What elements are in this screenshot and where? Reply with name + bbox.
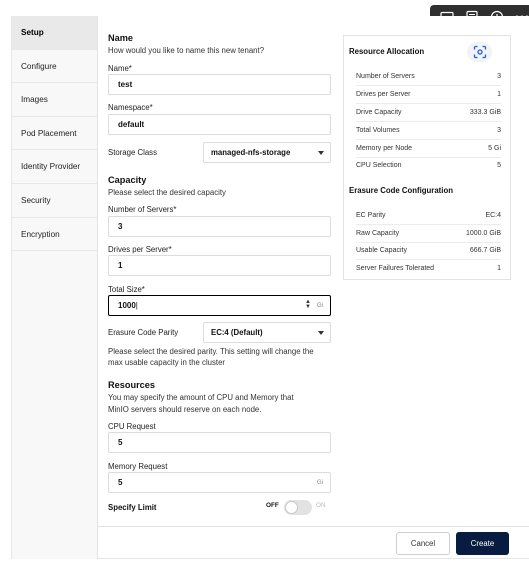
allocation-row: CPU Selection 5 xyxy=(356,162,501,169)
capacity-section-subtitle: Please select the desired capacity xyxy=(108,188,226,197)
total-size-input[interactable]: 1000| ▲ ▼ Gi xyxy=(108,295,331,316)
toggle-knob xyxy=(285,501,298,514)
drives-label: Drives per Server* xyxy=(108,245,172,254)
total-size-unit: Gi xyxy=(316,302,323,309)
servers-input[interactable]: 3 xyxy=(108,216,331,237)
allocation-row: Memory per Node 5 Gi xyxy=(356,140,501,158)
capacity-section-title: Capacity xyxy=(108,175,147,185)
toggle-on-label: ON xyxy=(316,502,326,509)
total-size-value: 1000 xyxy=(118,301,136,310)
drives-input[interactable]: 1 xyxy=(108,255,331,276)
erasure-code-config-title: Erasure Code Configuration xyxy=(349,186,453,195)
storage-class-select[interactable]: managed-nfs-storage xyxy=(203,142,331,163)
erasure-code-value: EC:4 (Default) xyxy=(211,328,263,337)
memory-request-value: 5 xyxy=(118,478,123,487)
allocation-row: Total Volumes 3 xyxy=(356,122,501,140)
memory-request-input[interactable]: 5 Gi xyxy=(108,472,331,493)
wizard-sidebar: Setup Configure Images Pod Placement Ide… xyxy=(12,16,98,559)
toggle-off-label: OFF xyxy=(266,502,279,509)
chevron-down-icon xyxy=(318,331,324,335)
resources-section-title: Resources xyxy=(108,380,155,390)
memory-unit: Gi xyxy=(316,479,323,486)
spinner-icon[interactable]: ▲ ▼ xyxy=(305,299,311,310)
erasure-code-label: Erasure Code Parity xyxy=(108,328,179,337)
name-section-subtitle: How would you like to name this new tena… xyxy=(108,46,265,55)
ec-row: Usable Capacity 666.7 GiB xyxy=(356,242,501,260)
storage-class-value: managed-nfs-storage xyxy=(211,148,291,157)
chevron-down-icon xyxy=(318,151,324,155)
sidebar-item-security[interactable]: Security xyxy=(12,184,97,218)
name-input[interactable]: test xyxy=(108,74,331,95)
cpu-request-input[interactable]: 5 xyxy=(108,432,331,453)
allocation-row: Drive Capacity 333.3 GiB xyxy=(356,104,501,122)
sidebar-item-images[interactable]: Images xyxy=(12,83,97,117)
sidebar-item-configure[interactable]: Configure xyxy=(12,50,97,84)
allocation-row: Drives per Server 1 xyxy=(356,86,501,104)
ec-row: EC Parity EC:4 xyxy=(356,207,501,225)
erasure-code-select[interactable]: EC:4 (Default) xyxy=(203,322,331,343)
ec-row: Server Failures Tolerated 1 xyxy=(356,265,501,272)
focus-scan-icon[interactable] xyxy=(467,42,492,62)
storage-class-label: Storage Class xyxy=(108,148,157,157)
memory-request-label: Memory Request xyxy=(108,462,168,471)
resource-allocation-title: Resource Allocation xyxy=(349,47,425,56)
sidebar-item-setup[interactable]: Setup xyxy=(12,16,97,50)
sidebar-item-identity-provider[interactable]: Identity Provider xyxy=(12,150,97,184)
resources-subtitle-line1: You may specify the amount of CPU and Me… xyxy=(108,393,294,402)
cancel-button[interactable]: Cancel xyxy=(396,532,450,555)
specify-limit-label: Specify Limit xyxy=(108,503,157,512)
create-button[interactable]: Create xyxy=(456,532,509,555)
ec-row: Raw Capacity 1000.0 GiB xyxy=(356,225,501,243)
specify-limit-toggle[interactable] xyxy=(284,500,312,515)
servers-label: Number of Servers* xyxy=(108,205,177,214)
resources-subtitle-line2: MinIO servers should reserve on each nod… xyxy=(108,405,262,414)
namespace-input[interactable]: default xyxy=(108,114,331,135)
name-label: Name* xyxy=(108,64,132,73)
name-section-title: Name xyxy=(108,33,134,43)
sidebar-item-pod-placement[interactable]: Pod Placement xyxy=(12,117,97,151)
sidebar-item-encryption[interactable]: Encryption xyxy=(12,218,97,252)
total-size-label: Total Size* xyxy=(108,285,145,294)
allocation-row: Number of Servers 3 xyxy=(356,68,501,86)
erasure-code-help-line2: max usable capacity in the cluster xyxy=(108,358,226,367)
namespace-label: Namespace* xyxy=(108,103,153,112)
cpu-request-label: CPU Request xyxy=(108,422,156,431)
resource-allocation-panel: Resource Allocation Number of Servers 3 D… xyxy=(343,35,511,280)
erasure-code-help-line1: Please select the desired parity. This s… xyxy=(108,347,314,356)
